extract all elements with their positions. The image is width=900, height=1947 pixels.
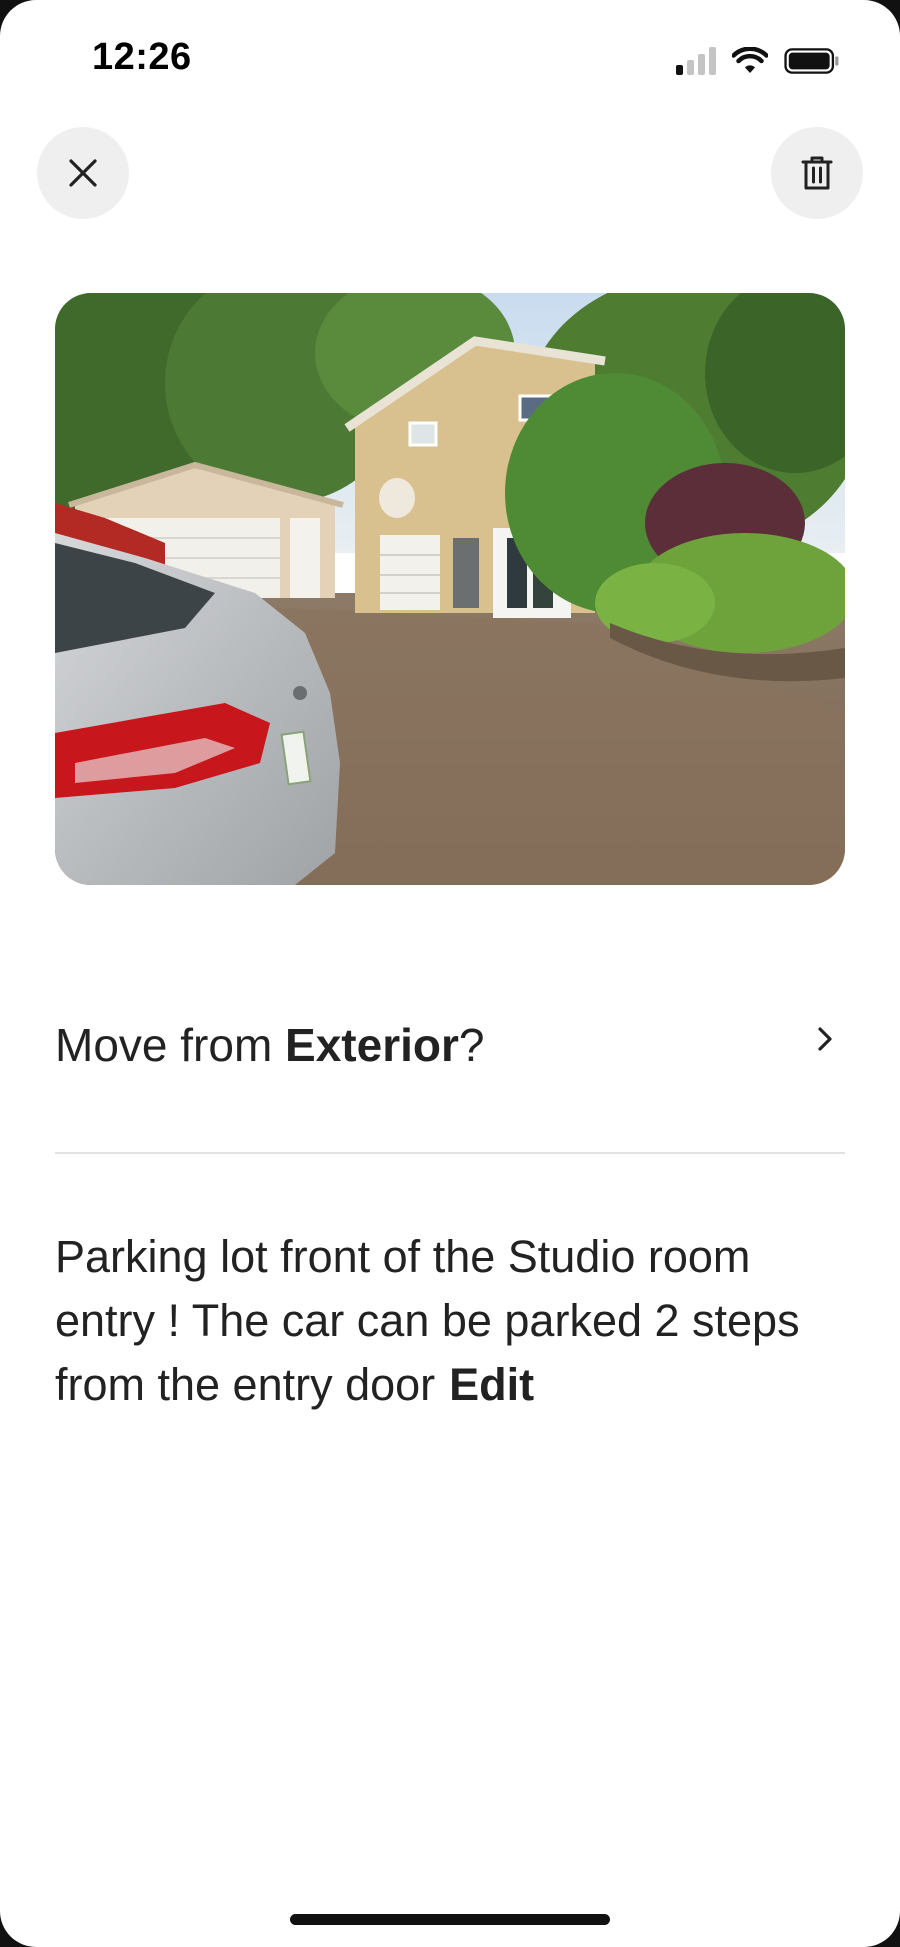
cellular-signal-icon — [676, 47, 716, 75]
battery-icon — [784, 48, 839, 74]
move-category-row[interactable]: Move from Exterior? — [55, 1005, 845, 1085]
wifi-icon — [732, 47, 768, 73]
caption-text: Parking lot front of the Studio room ent… — [55, 1231, 800, 1410]
delete-button[interactable] — [771, 127, 863, 219]
chevron-right-icon — [805, 1019, 845, 1059]
divider — [55, 1152, 845, 1154]
current-category: Exterior — [285, 1019, 459, 1071]
close-icon — [69, 159, 97, 187]
status-icons — [676, 44, 840, 78]
listing-photo[interactable] — [55, 293, 845, 885]
house-driveway-photo — [55, 293, 845, 885]
trash-icon — [801, 156, 833, 190]
edit-caption-button[interactable]: Edit — [449, 1359, 534, 1410]
status-time: 12:26 — [92, 36, 192, 78]
photo-detail-screen: 12:26 Move from Exterior? Parking lot fr… — [0, 0, 900, 1947]
move-category-text: Move from Exterior? — [55, 1019, 485, 1071]
close-button[interactable] — [37, 127, 129, 219]
home-indicator — [290, 1914, 610, 1925]
photo-caption: Parking lot front of the Studio room ent… — [55, 1225, 855, 1417]
